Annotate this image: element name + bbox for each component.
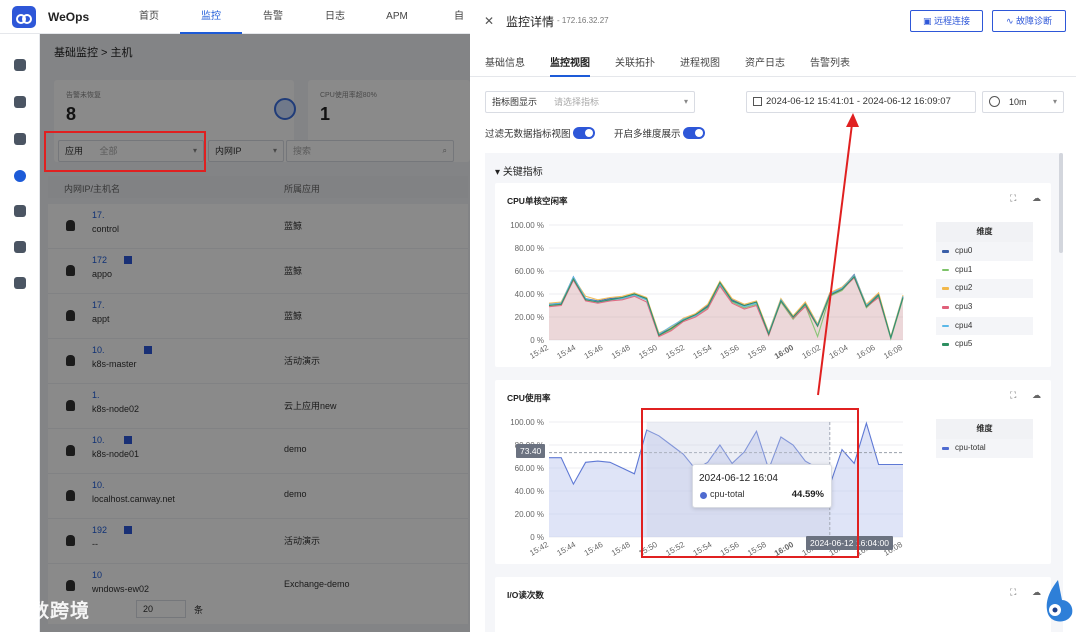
arrow-head bbox=[846, 113, 859, 127]
annotation-arrow bbox=[817, 113, 859, 396]
mascot-icon[interactable] bbox=[1040, 576, 1076, 626]
arrow-line bbox=[817, 123, 853, 396]
